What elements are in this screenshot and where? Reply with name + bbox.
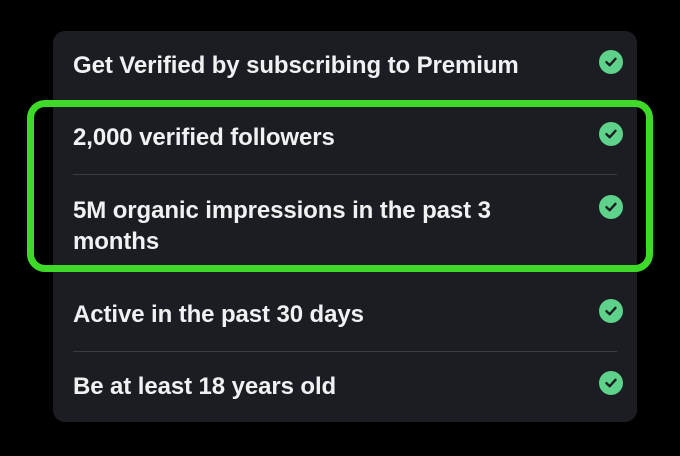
highlight-outline bbox=[27, 100, 653, 272]
check-circle-icon bbox=[599, 299, 623, 323]
requirement-row: Active in the past 30 days bbox=[73, 299, 623, 330]
check-circle-icon bbox=[599, 371, 623, 395]
check-circle-icon bbox=[599, 50, 623, 74]
requirement-label: Active in the past 30 days bbox=[73, 301, 364, 328]
requirement-row: Get Verified by subscribing to Premium bbox=[73, 50, 623, 81]
requirement-label: Get Verified by subscribing to Premium bbox=[73, 52, 519, 79]
row-divider bbox=[73, 351, 617, 352]
requirement-row: Be at least 18 years old bbox=[73, 371, 623, 402]
requirement-label: Be at least 18 years old bbox=[73, 373, 337, 400]
